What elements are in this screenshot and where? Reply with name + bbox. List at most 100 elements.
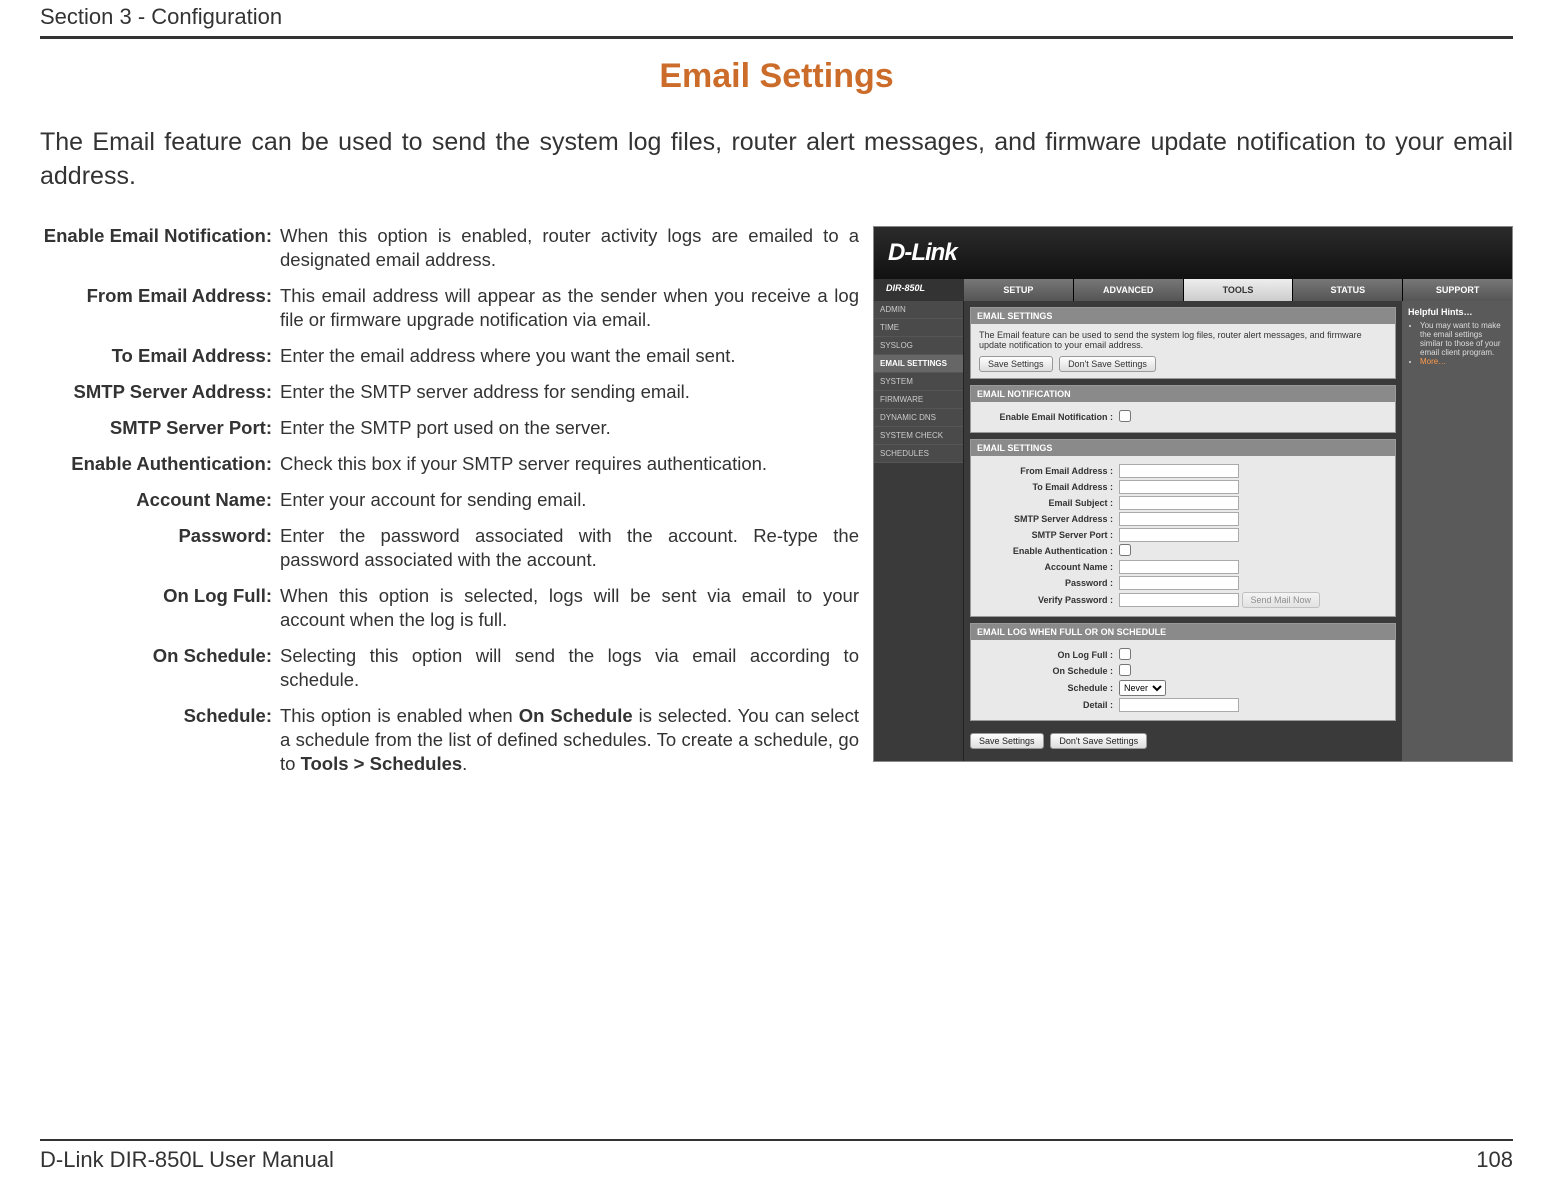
hints-more-link[interactable]: More… xyxy=(1420,357,1446,366)
helpful-hints-panel: Helpful Hints… You may want to make the … xyxy=(1402,301,1512,761)
save-settings-button-bottom[interactable]: Save Settings xyxy=(970,733,1044,749)
intro-paragraph: The Email feature can be used to send th… xyxy=(40,126,1513,194)
dont-save-settings-button-bottom[interactable]: Don't Save Settings xyxy=(1050,733,1147,749)
tab-status[interactable]: STATUS xyxy=(1293,279,1402,301)
send-mail-now-button[interactable]: Send Mail Now xyxy=(1242,592,1321,608)
enable-authentication-checkbox[interactable] xyxy=(1119,544,1131,556)
text-input[interactable] xyxy=(1119,528,1239,542)
definition-row: Account Name:Enter your account for send… xyxy=(40,488,859,512)
footer-manual-title: D-Link DIR-850L User Manual xyxy=(40,1147,334,1173)
panel-email-settings-intro: EMAIL SETTINGS The Email feature can be … xyxy=(970,307,1396,379)
sidebar-item-syslog[interactable]: SYSLOG xyxy=(874,337,963,355)
definition-value: Enter your account for sending email. xyxy=(280,488,859,512)
form-label: SMTP Server Port : xyxy=(979,530,1119,540)
tab-setup[interactable]: SETUP xyxy=(964,279,1073,301)
panel-header: EMAIL SETTINGS xyxy=(971,308,1395,324)
form-label: Enable Authentication : xyxy=(979,546,1119,556)
definition-label: From Email Address: xyxy=(40,284,280,332)
section-header: Section 3 - Configuration xyxy=(40,0,1513,36)
text-input[interactable] xyxy=(1119,512,1239,526)
sidebar-item-system-check[interactable]: SYSTEM CHECK xyxy=(874,427,963,445)
definition-label: On Schedule: xyxy=(40,644,280,692)
text-input[interactable] xyxy=(1119,560,1239,574)
verify-password-input[interactable] xyxy=(1119,593,1239,607)
form-row: Schedule :Never xyxy=(979,680,1387,696)
log-option-checkbox[interactable] xyxy=(1119,664,1131,676)
hints-header: Helpful Hints… xyxy=(1408,307,1506,317)
footer-page-number: 108 xyxy=(1476,1147,1513,1173)
definition-label: Enable Authentication: xyxy=(40,452,280,476)
sidebar-item-firmware[interactable]: FIRMWARE xyxy=(874,391,963,409)
form-label: Password : xyxy=(979,578,1119,588)
dont-save-settings-button[interactable]: Don't Save Settings xyxy=(1059,356,1156,372)
panel-header: EMAIL LOG WHEN FULL OR ON SCHEDULE xyxy=(971,624,1395,640)
form-label: Verify Password : xyxy=(979,595,1119,605)
form-row: Verify Password : Send Mail Now xyxy=(979,592,1387,608)
enable-email-notification-checkbox[interactable] xyxy=(1119,410,1131,422)
definition-row: Enable Authentication:Check this box if … xyxy=(40,452,859,476)
definition-row: On Schedule:Selecting this option will s… xyxy=(40,644,859,692)
definition-row: On Log Full:When this option is selected… xyxy=(40,584,859,632)
router-screenshot: D-Link DIR-850L SETUPADVANCEDTOOLSSTATUS… xyxy=(873,226,1513,762)
definition-label: SMTP Server Address: xyxy=(40,380,280,404)
sidebar-item-time[interactable]: TIME xyxy=(874,319,963,337)
definition-value: Enter the password associated with the a… xyxy=(280,524,859,572)
form-label: Account Name : xyxy=(979,562,1119,572)
definition-value: Selecting this option will send the logs… xyxy=(280,644,859,692)
sidebar-item-system[interactable]: SYSTEM xyxy=(874,373,963,391)
form-row: On Log Full : xyxy=(979,648,1387,662)
form-label: On Log Full : xyxy=(979,650,1119,660)
form-row: SMTP Server Port : xyxy=(979,528,1387,542)
sidebar-item-email-settings[interactable]: EMAIL SETTINGS xyxy=(874,355,963,373)
definition-value: When this option is selected, logs will … xyxy=(280,584,859,632)
divider xyxy=(40,36,1513,39)
enable-email-notification-label: Enable Email Notification : xyxy=(979,412,1119,422)
definition-value: Enter the SMTP server address for sendin… xyxy=(280,380,859,404)
text-input[interactable] xyxy=(1119,480,1239,494)
text-input[interactable] xyxy=(1119,464,1239,478)
router-logo-bar: D-Link xyxy=(874,227,1512,279)
detail-input[interactable] xyxy=(1119,698,1239,712)
sidebar-item-schedules[interactable]: SCHEDULES xyxy=(874,445,963,463)
definition-value: Check this box if your SMTP server requi… xyxy=(280,452,859,476)
panel-description: The Email feature can be used to send th… xyxy=(979,330,1387,350)
form-label: Detail : xyxy=(979,700,1119,710)
dlink-logo: D-Link xyxy=(888,239,957,267)
form-label: On Schedule : xyxy=(979,666,1119,676)
tab-support[interactable]: SUPPORT xyxy=(1403,279,1512,301)
definition-row: Password:Enter the password associated w… xyxy=(40,524,859,572)
router-content: EMAIL SETTINGS The Email feature can be … xyxy=(964,301,1402,761)
definition-value: This email address will appear as the se… xyxy=(280,284,859,332)
text-input[interactable] xyxy=(1119,576,1239,590)
definition-row: SMTP Server Port:Enter the SMTP port use… xyxy=(40,416,859,440)
form-row: Enable Authentication : xyxy=(979,544,1387,558)
text-input[interactable] xyxy=(1119,496,1239,510)
form-row: From Email Address : xyxy=(979,464,1387,478)
definition-value: Enter the email address where you want t… xyxy=(280,344,859,368)
form-row: Password : xyxy=(979,576,1387,590)
definition-label: Enable Email Notification: xyxy=(40,224,280,272)
panel-header: EMAIL SETTINGS xyxy=(971,440,1395,456)
definition-label: Account Name: xyxy=(40,488,280,512)
log-option-checkbox[interactable] xyxy=(1119,648,1131,660)
schedule-select[interactable]: Never xyxy=(1119,680,1166,696)
form-label: From Email Address : xyxy=(979,466,1119,476)
definition-row: SMTP Server Address:Enter the SMTP serve… xyxy=(40,380,859,404)
save-settings-button[interactable]: Save Settings xyxy=(979,356,1053,372)
definition-label: On Log Full: xyxy=(40,584,280,632)
form-row: Account Name : xyxy=(979,560,1387,574)
form-row: Email Subject : xyxy=(979,496,1387,510)
form-label: Schedule : xyxy=(979,683,1119,693)
definition-value: When this option is enabled, router acti… xyxy=(280,224,859,272)
definition-label: Schedule: xyxy=(40,704,280,776)
sidebar-item-admin[interactable]: ADMIN xyxy=(874,301,963,319)
sidebar-item-dynamic-dns[interactable]: DYNAMIC DNS xyxy=(874,409,963,427)
panel-header: EMAIL NOTIFICATION xyxy=(971,386,1395,402)
definition-label: SMTP Server Port: xyxy=(40,416,280,440)
page-title: Email Settings xyxy=(40,57,1513,96)
form-row: Detail : xyxy=(979,698,1387,712)
definition-label: To Email Address: xyxy=(40,344,280,368)
tab-tools[interactable]: TOOLS xyxy=(1184,279,1293,301)
tab-advanced[interactable]: ADVANCED xyxy=(1074,279,1183,301)
definition-value: Enter the SMTP port used on the server. xyxy=(280,416,859,440)
